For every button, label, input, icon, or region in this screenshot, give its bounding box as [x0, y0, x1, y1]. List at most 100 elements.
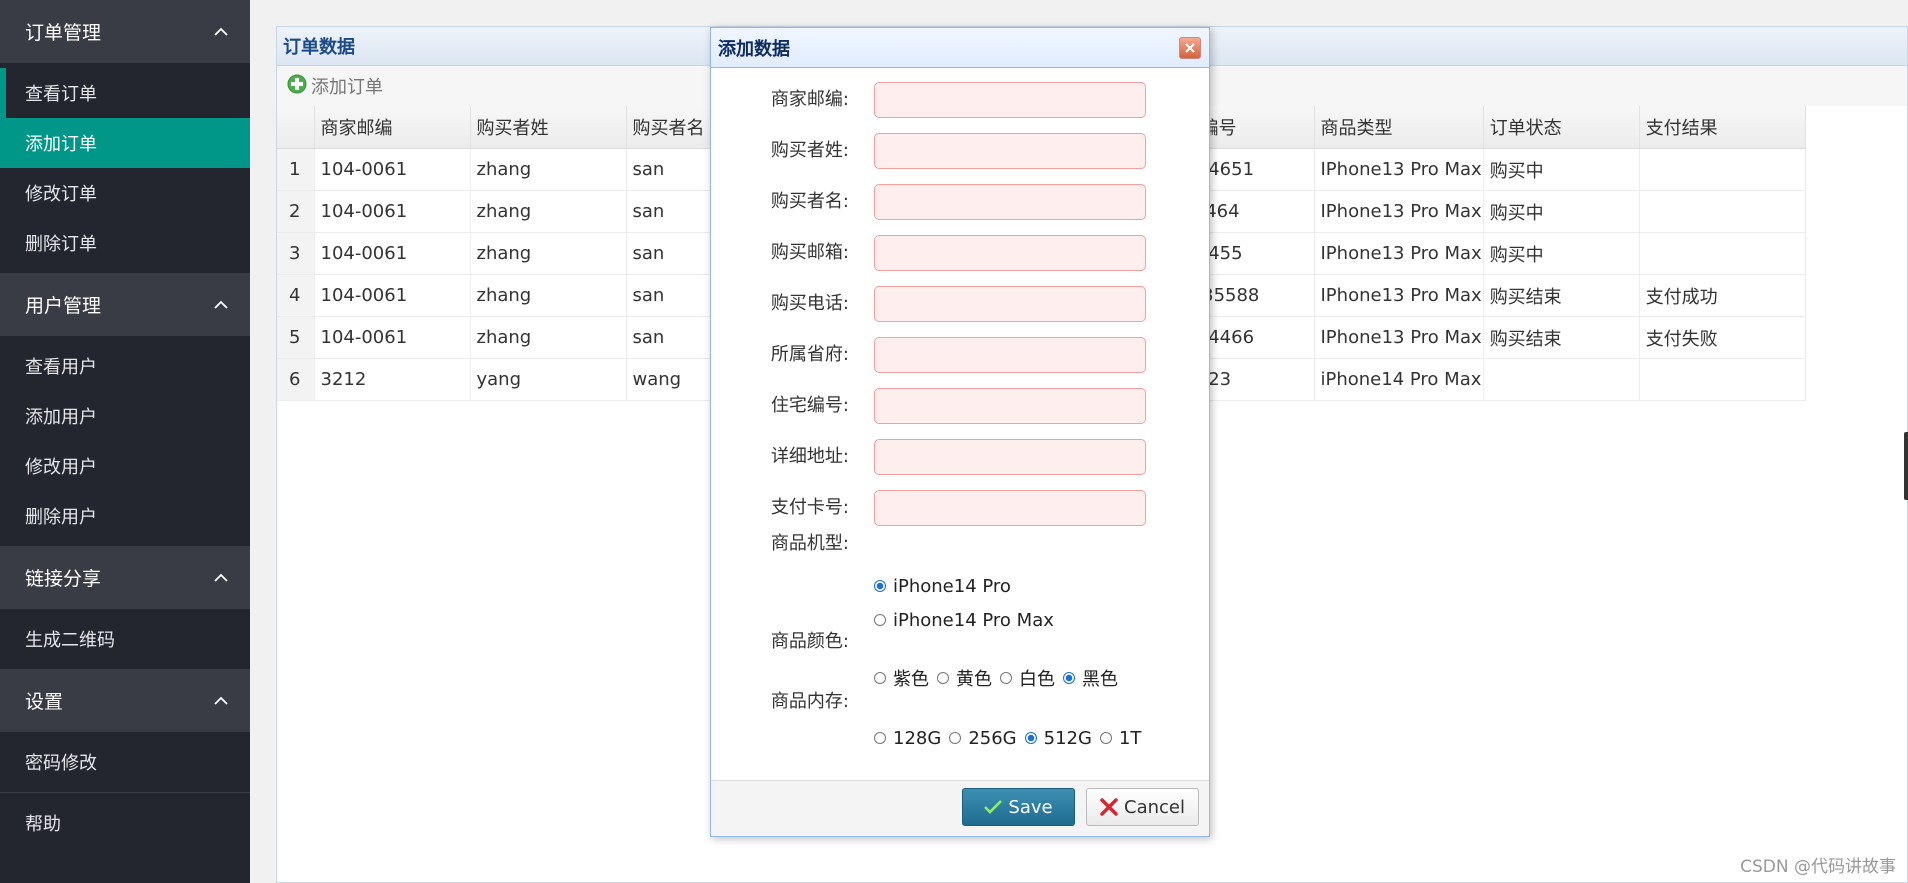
- radio-dot: [1099, 732, 1112, 744]
- form-input-field[interactable]: [874, 388, 1146, 424]
- form-input-field[interactable]: [874, 286, 1146, 322]
- radio-yellow[interactable]: 黄色: [937, 665, 992, 691]
- radio-iphone14-pro-max[interactable]: iPhone14 Pro Max: [874, 610, 1054, 631]
- column-header[interactable]: 商品类型: [1314, 106, 1484, 149]
- row-number: 1: [277, 148, 315, 191]
- table-cell: 104-0061: [314, 232, 471, 275]
- model-label: 商品机型:: [770, 533, 849, 554]
- radio-label: 1T: [1118, 727, 1142, 749]
- column-header[interactable]: 订单状态: [1483, 106, 1640, 149]
- sidebar-group-link-share[interactable]: 链接分享: [0, 546, 250, 609]
- sidebar-item-view-orders[interactable]: 查看订单: [0, 68, 250, 118]
- form-input-field[interactable]: [874, 82, 1146, 118]
- radio-label: 紫色: [893, 669, 929, 690]
- field-label: 详细地址:: [770, 446, 849, 467]
- close-icon[interactable]: [1179, 36, 1201, 59]
- table-cell: iPhone14 Pro Max: [1314, 358, 1484, 401]
- form-row: 详细地址:: [711, 437, 1209, 477]
- table-cell: IPhone13 Pro Max: [1314, 316, 1484, 359]
- form-row: 购买者姓:: [711, 131, 1209, 171]
- form-input-field[interactable]: [874, 337, 1146, 373]
- field-label: 所属省府:: [770, 344, 849, 365]
- table-cell: IPhone13 Pro Max: [1314, 274, 1484, 317]
- form-row: 支付卡号:: [711, 488, 1209, 528]
- sidebar-item-label: 修改订单: [25, 184, 97, 205]
- sidebar-group-title: 订单管理: [25, 22, 102, 44]
- sidebar-item-label: 帮助: [25, 814, 61, 835]
- form-input-field[interactable]: [874, 184, 1146, 220]
- field-label: 住宅编号:: [770, 395, 849, 416]
- form-row: 购买电话:: [711, 284, 1209, 324]
- field-label: 购买邮箱:: [770, 242, 849, 263]
- chevron-up-icon: [212, 296, 230, 314]
- storage-label: 商品内存:: [770, 691, 849, 712]
- form-row: 购买者名:: [711, 182, 1209, 222]
- radio-white[interactable]: 白色: [1000, 665, 1055, 691]
- sidebar-item-view-users[interactable]: 查看用户: [0, 341, 250, 391]
- row-number: 5: [277, 316, 315, 359]
- sidebar-item-delete-order[interactable]: 删除订单: [0, 218, 250, 268]
- form-input-field[interactable]: [874, 133, 1146, 169]
- cancel-button[interactable]: Cancel: [1086, 788, 1199, 826]
- sidebar-item-change-password[interactable]: 密码修改: [0, 737, 250, 787]
- table-cell: zhang: [470, 274, 627, 317]
- field-label: 购买者名:: [770, 191, 849, 212]
- add-icon: [287, 74, 307, 99]
- toolbar-add-order-label: 添加订单: [311, 77, 383, 98]
- radio-purple[interactable]: 紫色: [874, 665, 929, 691]
- sidebar: 订单管理 查看订单 添加订单 修改订单 删除订单 用户管理 查看用户 添加用户 …: [0, 0, 250, 883]
- sidebar-item-add-order[interactable]: 添加订单: [0, 118, 250, 168]
- sidebar-item-generate-qrcode[interactable]: 生成二维码: [0, 614, 250, 664]
- sidebar-group-user-management[interactable]: 用户管理: [0, 273, 250, 336]
- table-cell: [1483, 358, 1640, 401]
- sidebar-item-delete-user[interactable]: 删除用户: [0, 491, 250, 541]
- color-label: 商品颜色:: [770, 631, 849, 652]
- sidebar-item-label: 查看订单: [25, 84, 97, 105]
- sidebar-group-title: 链接分享: [25, 568, 102, 590]
- toolbar-add-order-button[interactable]: 添加订单: [287, 73, 383, 99]
- radio-dot: [874, 672, 886, 684]
- radio-label: iPhone14 Pro Max: [893, 609, 1054, 631]
- radio-dot: [1000, 672, 1012, 684]
- scrollbar-handle[interactable]: [1904, 432, 1908, 500]
- sidebar-item-label: 生成二维码: [25, 630, 115, 651]
- sidebar-item-add-user[interactable]: 添加用户: [0, 391, 250, 441]
- cancel-button-label: Cancel: [1124, 796, 1185, 818]
- form-input-field[interactable]: [874, 490, 1146, 526]
- row-number: 4: [277, 274, 315, 317]
- sidebar-item-help[interactable]: 帮助: [0, 798, 250, 848]
- sidebar-item-edit-user[interactable]: 修改用户: [0, 441, 250, 491]
- chevron-up-icon: [212, 569, 230, 587]
- radio-1t[interactable]: 1T: [1099, 727, 1142, 749]
- field-label: 商家邮编:: [770, 89, 849, 110]
- form-input-field[interactable]: [874, 235, 1146, 271]
- radio-label: 黄色: [956, 669, 992, 690]
- column-header[interactable]: 支付结果: [1639, 106, 1806, 149]
- radio-256g[interactable]: 256G: [949, 728, 1017, 749]
- radio-512g[interactable]: 512G: [1024, 727, 1092, 749]
- sidebar-group-settings[interactable]: 设置: [0, 669, 250, 732]
- column-header[interactable]: 购买者姓: [470, 106, 627, 149]
- table-cell: IPhone13 Pro Max: [1314, 190, 1484, 233]
- radio-label: 512G: [1043, 727, 1092, 749]
- sidebar-group-order-management[interactable]: 订单管理: [0, 0, 250, 63]
- column-header[interactable]: 商家邮编: [314, 106, 471, 149]
- table-cell: IPhone13 Pro Max: [1314, 148, 1484, 191]
- add-data-dialog: 添加数据 商家邮编: 购买者姓: 购买者名: 购买邮箱: 购买电话: 所属省府: 住宅编号:…: [710, 27, 1210, 837]
- form-row: 所属省府:: [711, 335, 1209, 375]
- form-input-field[interactable]: [874, 439, 1146, 475]
- table-cell: 104-0061: [314, 274, 471, 317]
- save-button[interactable]: Save: [962, 788, 1075, 826]
- radio-128g[interactable]: 128G: [874, 728, 941, 749]
- table-cell: yang: [470, 358, 627, 401]
- model-radio-group: iPhone14 Pro iPhone14 Pro Max: [874, 569, 1062, 637]
- radio-dot: [949, 732, 962, 744]
- dialog-title: 添加数据: [718, 38, 790, 60]
- sidebar-item-edit-order[interactable]: 修改订单: [0, 168, 250, 218]
- row-number: 3: [277, 232, 315, 275]
- radio-iphone14-pro[interactable]: iPhone14 Pro: [874, 576, 1011, 597]
- radio-dot: [874, 732, 886, 744]
- dialog-footer: Save Cancel: [711, 780, 1209, 836]
- form-row: 商家邮编:: [711, 80, 1209, 120]
- radio-black[interactable]: 黑色: [1063, 665, 1118, 691]
